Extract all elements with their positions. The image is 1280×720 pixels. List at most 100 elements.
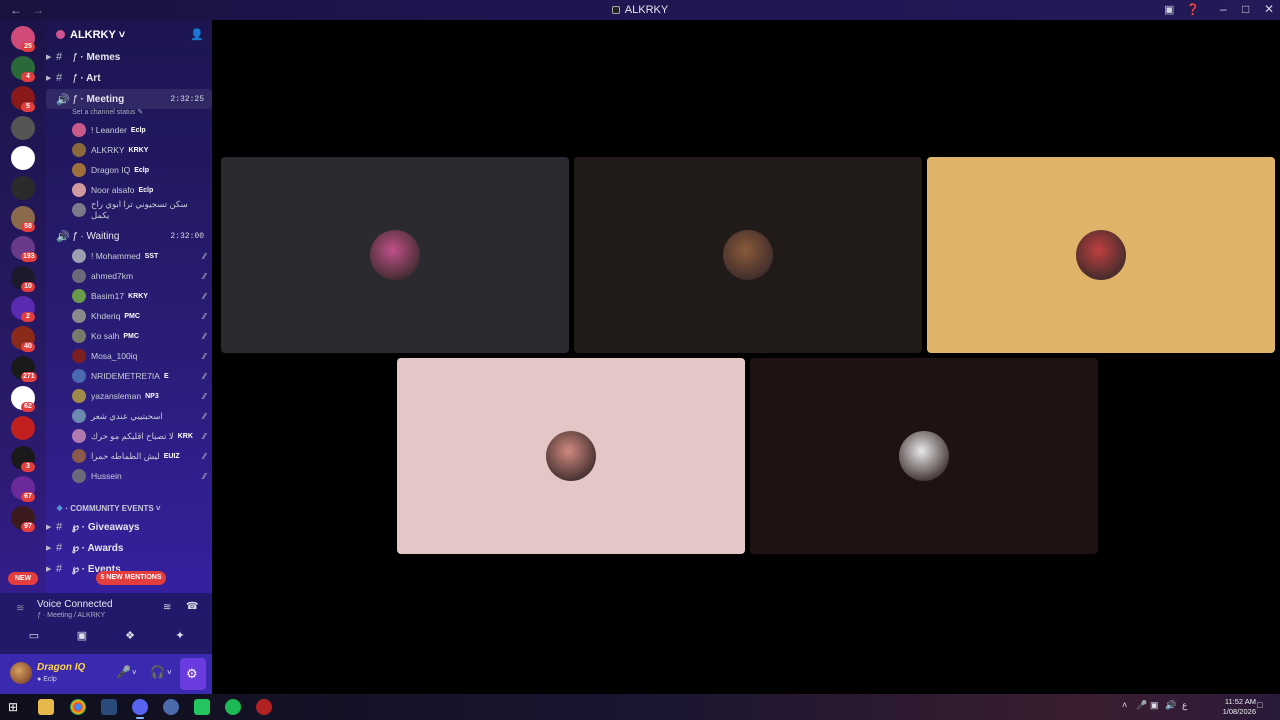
participant-tile[interactable]	[750, 358, 1098, 554]
category-community-events[interactable]: ❖ · COMMUNITY EVENTS ˅	[56, 504, 161, 513]
participant-tile[interactable]	[574, 157, 922, 353]
app-icon[interactable]	[101, 699, 117, 715]
discord-icon[interactable]	[132, 699, 148, 719]
member-name: NRIDEMETRE7IA	[91, 371, 160, 381]
voice-member[interactable]: Hussein ⁄⁄	[72, 467, 208, 485]
new-badge[interactable]: NEW	[8, 572, 38, 585]
voice-member[interactable]: Mosa_100iq ⁄⁄	[72, 347, 208, 365]
server-icon[interactable]	[11, 416, 35, 440]
voice-member[interactable]: اسحبتيبي عندي شعر ⁄⁄	[72, 407, 208, 425]
participant-tile[interactable]	[397, 358, 745, 554]
network-icon[interactable]: ▣	[1150, 700, 1159, 711]
windows-start-icon[interactable]: ⊞	[8, 700, 24, 716]
chevron-right-icon: ▶	[46, 54, 52, 61]
server-name[interactable]: ALKRKY ˅	[56, 29, 125, 41]
voice-member[interactable]: ! Leander Eclp	[72, 121, 208, 139]
inbox-icon[interactable]: ▣	[1164, 3, 1174, 16]
channel-art[interactable]: ▶ # ƒ · Art	[46, 68, 212, 88]
notification-icon[interactable]: □	[1257, 700, 1262, 710]
clock-date: 1/08/2026	[1222, 707, 1256, 716]
camera-off-icon[interactable]: ▭	[24, 629, 44, 645]
channel-timer: 2:32:25	[170, 94, 204, 104]
app-icon[interactable]	[194, 699, 210, 715]
channel-giveaways[interactable]: ▶ # ℘ · Giveaways	[46, 517, 212, 537]
hash-icon: #	[56, 521, 63, 533]
channel-waiting[interactable]: 🔊 ƒ · Waiting 2:32:00	[46, 226, 212, 246]
disconnect-icon[interactable]: ☎	[186, 601, 198, 612]
app-icon[interactable]	[256, 699, 272, 715]
voice-member[interactable]: Noor alsafo Eclp	[72, 181, 208, 199]
voice-member[interactable]: Khderiq PMC ⁄⁄	[72, 307, 208, 325]
server-tag: Eclp	[134, 166, 150, 174]
member-name: Hussein	[91, 471, 122, 481]
microphone-icon[interactable]: 🎤	[1136, 700, 1147, 711]
avatar	[72, 269, 86, 283]
member-name: Basim17	[91, 291, 125, 301]
chevron-up-icon[interactable]: ˄	[1122, 700, 1127, 710]
language-indicator[interactable]: ع	[1182, 700, 1187, 711]
minimize-button[interactable]: –	[1220, 2, 1227, 16]
voice-member[interactable]: سكن تسجيوني ترا ابوي راح يكمل	[72, 199, 208, 220]
member-name: Noor alsafo	[91, 185, 135, 195]
member-name: ليش الطماطه حمرا	[91, 450, 160, 461]
server-icon[interactable]	[11, 116, 35, 140]
volume-icon[interactable]: 🔊	[1165, 700, 1176, 711]
invite-member-icon[interactable]: 👤	[190, 28, 204, 41]
activities-icon[interactable]: ❖	[120, 629, 140, 645]
member-name: Ko salh	[91, 331, 120, 341]
channel-label: ℘ · Awards	[72, 542, 124, 554]
mention-count-badge: 2	[21, 312, 35, 322]
voice-member[interactable]: ليش الطماطه حمرا EUIZ ⁄⁄	[72, 447, 208, 465]
participant-tile[interactable]	[221, 157, 569, 353]
close-button[interactable]: ✕	[1264, 2, 1274, 16]
voice-location[interactable]: ƒ · Meeting / ALKRKY	[37, 612, 105, 619]
screen-share-icon[interactable]: ▣	[72, 629, 92, 645]
signal-icon[interactable]: ≋	[16, 603, 24, 614]
voice-member[interactable]: ALKRKY KRKY	[72, 141, 208, 159]
mention-count-badge: 25	[21, 42, 35, 52]
spotify-icon[interactable]	[225, 699, 241, 715]
chevron-down-icon[interactable]: ˅	[167, 668, 172, 677]
member-name: سكن تسجيوني ترا ابوي راح يكمل	[91, 199, 188, 220]
avatar	[723, 230, 773, 280]
server-tag: KRK	[177, 432, 193, 440]
voice-member[interactable]: ! Mohammed SST ⁄⁄	[72, 247, 208, 265]
help-icon[interactable]: ❓	[1186, 3, 1200, 16]
avatar	[72, 123, 86, 137]
noise-suppression-icon[interactable]: ≋	[163, 602, 171, 613]
chevron-right-icon: ▶	[46, 75, 52, 82]
headphones-icon[interactable]: 🎧	[150, 665, 165, 679]
server-icon[interactable]	[11, 176, 35, 200]
microphone-icon[interactable]: 🎤	[116, 665, 131, 679]
member-name: لا تصباح اقليكم مو حرك	[91, 430, 174, 441]
channel-memes[interactable]: ▶ # ƒ · Memes	[46, 47, 212, 67]
soundboard-icon[interactable]: ✦	[170, 629, 190, 645]
server-name-text: ALKRKY	[70, 29, 116, 41]
voice-member[interactable]: Dragon IQ Eclp	[72, 161, 208, 179]
chevron-down-icon[interactable]: ˅	[132, 668, 137, 677]
maximize-button[interactable]: □	[1242, 2, 1249, 16]
hash-icon: #	[56, 563, 63, 575]
channel-meeting[interactable]: 🔊 ƒ · Meeting 2:32:25	[46, 89, 212, 109]
channel-status[interactable]: Set a channel status ✎	[72, 108, 143, 116]
channel-label: ƒ · Memes	[72, 51, 121, 63]
voice-member[interactable]: Ko salh PMC ⁄⁄	[72, 327, 208, 345]
participant-tile[interactable]	[927, 157, 1275, 353]
channel-awards[interactable]: ▶ # ℘ · Awards	[46, 538, 212, 558]
voice-member[interactable]: yazansleman NP3 ⁄⁄	[72, 387, 208, 405]
new-mentions-pill[interactable]: 5 NEW MENTIONS	[96, 571, 166, 585]
avatar[interactable]	[10, 662, 32, 684]
mention-count-badge: 193	[21, 252, 37, 262]
file-explorer-icon[interactable]	[38, 699, 54, 715]
chrome-icon[interactable]	[70, 699, 86, 715]
chevron-right-icon: ▶	[46, 545, 52, 552]
user-name[interactable]: Dragon IQ	[37, 662, 85, 673]
settings-button[interactable]: ⚙	[180, 658, 206, 690]
app-icon[interactable]	[163, 699, 179, 715]
voice-member[interactable]: لا تصباح اقليكم مو حرك KRK ⁄⁄	[72, 427, 208, 445]
server-icon[interactable]	[11, 146, 35, 170]
clock[interactable]: 11:52 AM 1/08/2026	[1223, 697, 1256, 717]
voice-member[interactable]: ahmed7km ⁄⁄	[72, 267, 208, 285]
voice-member[interactable]: NRIDEMETRE7IA E ⁄⁄	[72, 367, 208, 385]
voice-member[interactable]: Basim17 KRKY ⁄⁄	[72, 287, 208, 305]
